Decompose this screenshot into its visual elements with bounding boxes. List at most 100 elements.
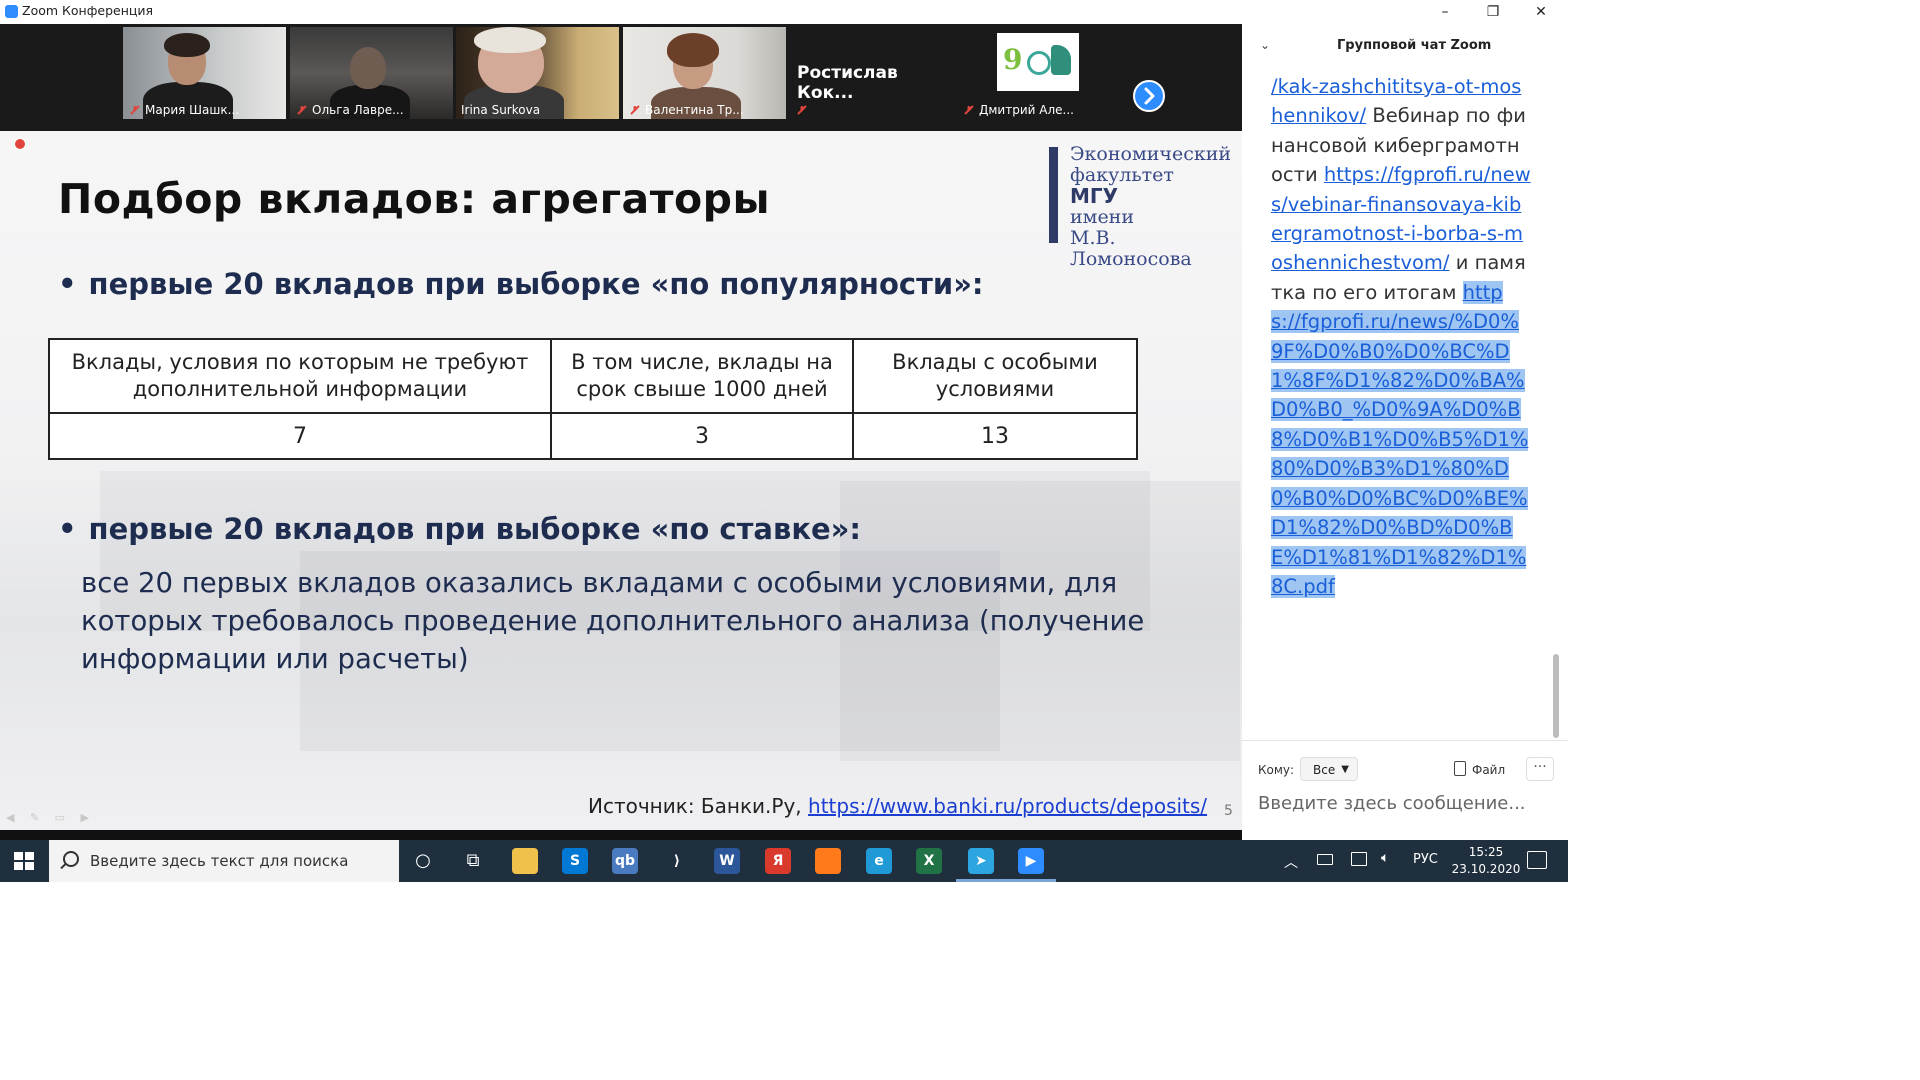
participant-tile[interactable]: Мария Шашк... — [123, 27, 286, 119]
chat-compose-area: Кому: Все ▼ Файл ··· Введите здесь сообщ… — [1242, 740, 1568, 841]
qbittorrent-icon[interactable]: qb — [612, 848, 638, 874]
volume-icon[interactable]: 🔈︎ — [1381, 850, 1389, 866]
search-placeholder: Введите здесь текст для поиска — [90, 852, 349, 870]
faculty-logo-bar — [1049, 147, 1058, 243]
chat-link-selected[interactable]: https://fgprofi.ru/news/%D0%9F%D0%B0%D0%… — [1271, 280, 1529, 598]
chat-messages: /kak-zashchititsya-ot-moshennikov/ Вебин… — [1271, 72, 1531, 732]
scrollbar-thumb[interactable] — [1553, 654, 1559, 738]
window-title: Zoom Конференция — [22, 3, 154, 18]
table-header-row: Вклады, условия по которым не требуют до… — [48, 338, 1138, 414]
muted-mic-icon — [797, 105, 807, 115]
excel-icon[interactable]: X — [916, 848, 942, 874]
bullet-dot: • — [58, 267, 77, 301]
participant-name: Ольга Лавре... — [312, 103, 404, 117]
file-explorer-icon[interactable] — [512, 848, 538, 874]
muted-mic-icon — [297, 105, 307, 115]
participant-tile-active[interactable]: Irina Surkova — [456, 27, 619, 119]
shared-screen-slide: Подбор вкладов: агрегаторы Экономический… — [0, 131, 1242, 830]
minimize-button[interactable]: – — [1422, 0, 1468, 24]
chat-panel: ⌄ Групповой чат Zoom /kak-zashchititsya-… — [1242, 24, 1568, 840]
bullet-dot: • — [58, 512, 77, 546]
participant-tile[interactable]: Ольга Лавре... — [290, 27, 453, 119]
word-icon[interactable]: W — [714, 848, 740, 874]
logo-line: МГУ — [1070, 184, 1119, 208]
next-page-button[interactable] — [1133, 80, 1165, 112]
zoom-icon[interactable]: ▶ — [1018, 848, 1044, 874]
maximize-button[interactable]: ❐ — [1470, 0, 1516, 24]
logo-ring — [1027, 51, 1051, 75]
active-app-indicator — [956, 879, 1006, 882]
firefox-icon[interactable] — [815, 848, 841, 874]
muted-mic-icon — [130, 105, 140, 115]
file-button[interactable]: Файл — [1454, 761, 1505, 777]
recording-indicator-icon — [14, 138, 26, 150]
bullet-popularity: • первые 20 вкладов при выборке «по попул… — [58, 267, 984, 301]
muted-mic-icon — [630, 105, 640, 115]
bullet-text: первые 20 вкладов при выборке «по популя… — [88, 267, 984, 301]
bullet-rate: • первые 20 вкладов при выборке «по ставк… — [58, 512, 861, 546]
chevron-down-icon: ▼ — [1341, 764, 1349, 775]
windows-start-icon[interactable] — [14, 852, 34, 870]
msu-anniversary-logo: 9 — [997, 33, 1079, 91]
edge-icon[interactable]: e — [866, 848, 892, 874]
notification-icon[interactable] — [1527, 851, 1547, 869]
participant-tile[interactable]: 9 Дмитрий Але... — [957, 27, 1120, 119]
telegram-icon[interactable]: ➤ — [968, 848, 994, 874]
deposits-table: Вклады, условия по которым не требуют до… — [48, 338, 1138, 460]
table-header-cell: В том числе, вклады на срок свыше 1000 д… — [550, 338, 854, 414]
recipient-value: Все — [1313, 763, 1336, 777]
message-input[interactable]: Введите здесь сообщение... — [1258, 793, 1526, 814]
slide-body-text: все 20 первых вкладов оказались вкладами… — [81, 567, 1145, 675]
battery-icon[interactable] — [1317, 854, 1333, 865]
faculty-logo: Экономический факультет МГУ имени М.В. Л… — [1070, 144, 1242, 270]
logo-line: М.В. Ломоносова — [1070, 227, 1192, 270]
participant-name-large: Ростислав Кок... — [797, 63, 898, 103]
title-bar: Zoom Конференция – ❐ ✕ — [0, 0, 1568, 24]
file-label: Файл — [1472, 763, 1506, 777]
windows-taskbar: Введите здесь текст для поиска ︿ 🔈︎ РУС … — [0, 840, 1568, 882]
participant-name: Валентина Тр... — [645, 103, 744, 117]
yandex-icon[interactable]: Я — [765, 848, 791, 874]
participant-gallery: Мария Шашк... Ольга Лавре... Irina Surko… — [0, 24, 1242, 131]
clock-date: 23.10.2020 — [1451, 862, 1521, 876]
logo-line: имени — [1070, 206, 1135, 228]
chat-title: Групповой чат Zoom — [1337, 38, 1492, 53]
table-cell: 7 — [48, 412, 552, 460]
active-app-indicator — [1006, 879, 1056, 882]
close-button[interactable]: ✕ — [1518, 0, 1564, 24]
bullet-text: первые 20 вкладов при выборке «по ставке… — [88, 512, 861, 546]
language-indicator[interactable]: РУС — [1413, 852, 1438, 867]
table-header-cell: Вклады, условия по которым не требуют до… — [48, 338, 552, 414]
system-clock[interactable]: 15:25 23.10.2020 — [1450, 844, 1522, 878]
slide-page-number: 5 — [1224, 803, 1233, 819]
slide-bottom-bar — [0, 830, 1242, 840]
participant-name: Irina Surkova — [461, 103, 541, 117]
taskbar-search[interactable]: Введите здесь текст для поиска — [49, 840, 399, 882]
participant-tile[interactable]: Валентина Тр... — [623, 27, 786, 119]
chevron-down-icon[interactable]: ⌄ — [1260, 38, 1270, 52]
logo-90-glyph: 9 — [1003, 43, 1023, 76]
table-cell: 13 — [852, 412, 1138, 460]
source-link[interactable]: https://www.banki.ru/products/deposits/ — [808, 794, 1207, 818]
file-icon — [1454, 761, 1466, 776]
logo-figure — [1051, 45, 1071, 75]
logo-line: факультет — [1070, 164, 1174, 186]
participant-tile-no-video[interactable]: Ростислав Кок... — [790, 27, 953, 119]
chat-scrollbar[interactable] — [1552, 74, 1560, 738]
participant-name: Дмитрий Але... — [979, 103, 1074, 117]
chevron-right-icon — [1144, 87, 1155, 105]
muted-mic-icon — [964, 105, 974, 115]
table-row: 7 3 13 — [48, 412, 1138, 460]
network-icon[interactable] — [1351, 852, 1367, 866]
recipient-select[interactable]: Все ▼ — [1300, 757, 1358, 781]
chat-header: ⌄ Групповой чат Zoom — [1242, 24, 1568, 68]
skype-icon[interactable]: S — [562, 848, 588, 874]
task-view-icon[interactable]: ⧉ — [460, 848, 486, 874]
cortana-icon[interactable]: ○ — [410, 848, 436, 874]
table-cell: 3 — [550, 412, 854, 460]
tray-expand-icon[interactable]: ︿ — [1284, 852, 1298, 872]
slide-toolbar-ghost: ◀ ✎ ▭ ▶ — [6, 811, 96, 824]
vscode-icon[interactable]: ⟩ — [664, 848, 690, 874]
more-options-button[interactable]: ··· — [1526, 757, 1554, 781]
recipient-label: Кому: — [1258, 763, 1295, 777]
